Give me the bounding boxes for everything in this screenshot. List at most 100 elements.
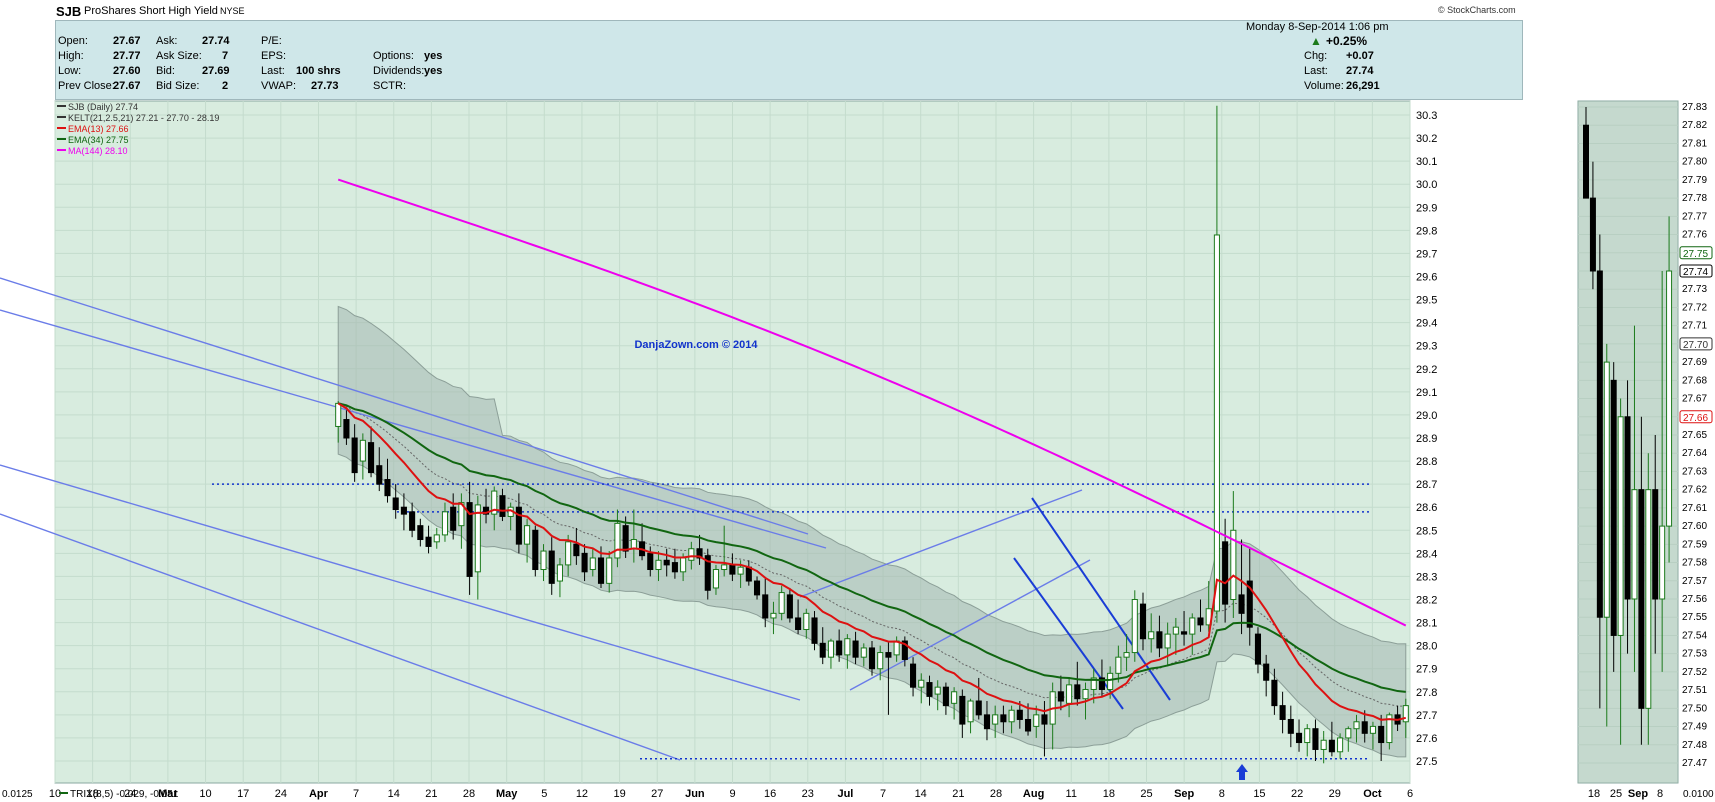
- candle-body: [351, 437, 358, 474]
- candle-body: [368, 442, 375, 474]
- candle-body: [1287, 718, 1294, 734]
- y-tick-label: 28.5: [1416, 525, 1437, 537]
- y-tick-label: 28.3: [1416, 571, 1437, 583]
- candle-body: [1057, 691, 1064, 702]
- x-tick-label: Jun: [685, 788, 705, 800]
- x-tick-label: 22: [1291, 788, 1303, 800]
- mini-y-tick-label: 27.61: [1682, 503, 1707, 514]
- candle-body: [1033, 714, 1040, 727]
- candle-body: [589, 557, 596, 571]
- mini-candle-body: [1638, 489, 1645, 709]
- candle-body: [745, 566, 752, 582]
- candle-body: [811, 617, 818, 644]
- candle-body: [934, 686, 941, 695]
- mini-candle-body: [1652, 489, 1659, 600]
- x-tick-label: 21: [952, 788, 964, 800]
- mini-y-tick-label: 27.53: [1682, 649, 1707, 660]
- candle-body: [1312, 728, 1319, 750]
- x-tick-label: 25: [1140, 788, 1152, 800]
- mini-y-tick-label: 27.49: [1682, 722, 1707, 733]
- indicator-right-label: 0.0100: [1683, 789, 1714, 800]
- indicator-name: TRIX(8,5) -0.029, -0.051: [70, 789, 179, 800]
- candle-body: [671, 562, 678, 573]
- y-tick-label: 29.0: [1416, 410, 1437, 422]
- candle-body: [1337, 737, 1344, 753]
- candle-body: [885, 652, 892, 658]
- candle-body: [868, 647, 876, 670]
- candle-body: [721, 564, 728, 571]
- x-tick-label: 18: [1103, 788, 1115, 800]
- mini-y-tick-label: 27.73: [1682, 284, 1707, 295]
- x-tick-label: 11: [1066, 788, 1077, 800]
- candle-body: [770, 612, 777, 619]
- mini-y-tick-label: 27.48: [1682, 740, 1707, 751]
- candle-body: [959, 695, 966, 725]
- candle-body: [441, 511, 449, 536]
- y-tick-label: 29.4: [1416, 318, 1437, 330]
- mini-y-tick-label: 27.62: [1682, 485, 1707, 496]
- watermark: DanjaZown.com © 2014: [634, 339, 758, 351]
- x-tick-label: 7: [880, 788, 886, 800]
- y-tick-label: 27.8: [1416, 687, 1437, 699]
- x-tick-label: 12: [576, 788, 588, 800]
- indicator-axis-label: 0.0125: [2, 789, 33, 800]
- x-tick-label: 17: [237, 788, 249, 800]
- candle-body: [967, 700, 974, 723]
- y-tick-label: 28.9: [1416, 433, 1437, 445]
- mini-y-tick-label: 27.67: [1682, 394, 1707, 405]
- mini-x-tick-label: 25: [1610, 788, 1622, 800]
- y-tick-label: 27.6: [1416, 733, 1437, 745]
- x-tick-label: Apr: [309, 788, 329, 800]
- x-tick-label: 23: [802, 788, 814, 800]
- y-tick-label: 29.5: [1416, 295, 1437, 307]
- candle-body: [540, 550, 547, 571]
- price-chart: 10 18 24 Mar 10 17 24 Apr 7 14 21 28 May 5 12 19 27 Jun 9 1…: [0, 100, 1714, 800]
- candle-body: [581, 552, 588, 573]
- candle-body: [778, 592, 785, 614]
- candle-body: [926, 682, 933, 697]
- candle-body: [1115, 656, 1122, 674]
- candle-body: [1378, 725, 1385, 744]
- y-tick-label: 27.5: [1416, 756, 1437, 768]
- candle-body: [400, 506, 407, 515]
- candle-body: [1402, 705, 1409, 723]
- candle-body: [663, 559, 670, 566]
- x-tick-label: 15: [1253, 788, 1265, 800]
- candle-body: [992, 714, 999, 725]
- mini-y-tick-label: 27.51: [1682, 685, 1707, 696]
- candle-body: [1066, 684, 1073, 704]
- y-tick-label: 27.9: [1416, 664, 1437, 676]
- candle-body: [1222, 541, 1229, 605]
- mini-y-tick-label: 27.80: [1682, 157, 1707, 168]
- mini-y-tick-label: 27.76: [1682, 230, 1707, 241]
- x-tick-label: 21: [425, 788, 437, 800]
- candle-body: [1074, 684, 1081, 700]
- candle-body: [647, 552, 654, 571]
- x-tick-label: 14: [915, 788, 927, 800]
- mini-y-tick-label: 27.69: [1682, 357, 1707, 368]
- mini-y-tick-label: 27.81: [1682, 138, 1707, 149]
- legend-ema34: EMA(34) 27.75: [68, 135, 129, 145]
- candle-body: [836, 640, 843, 656]
- mini-y-tick-label: 27.71: [1682, 321, 1707, 332]
- y-tick-label: 29.1: [1416, 387, 1437, 399]
- y-tick-label: 30.3: [1416, 110, 1437, 122]
- candle-body: [614, 522, 621, 559]
- mini-candle-body: [1610, 379, 1617, 636]
- candle-body: [655, 559, 662, 571]
- x-tick-label: May: [496, 788, 518, 800]
- mini-y-tick-label: 27.79: [1682, 175, 1707, 186]
- x-tick-label: Oct: [1363, 788, 1382, 800]
- mini-candle-body: [1659, 525, 1666, 600]
- candle-body: [343, 419, 350, 439]
- mini-y-tick-label: 27.63: [1682, 466, 1707, 477]
- candle-body: [918, 679, 925, 688]
- candle-body: [1189, 617, 1196, 635]
- candle-body: [1304, 728, 1311, 744]
- y-tick-label: 27.7: [1416, 710, 1437, 722]
- mini-y-tick-label: 27.55: [1682, 612, 1707, 623]
- candle-body: [597, 557, 605, 584]
- mini-y-tick-label: 27.65: [1682, 430, 1707, 441]
- candle-body: [910, 663, 917, 688]
- candle-body: [417, 525, 424, 541]
